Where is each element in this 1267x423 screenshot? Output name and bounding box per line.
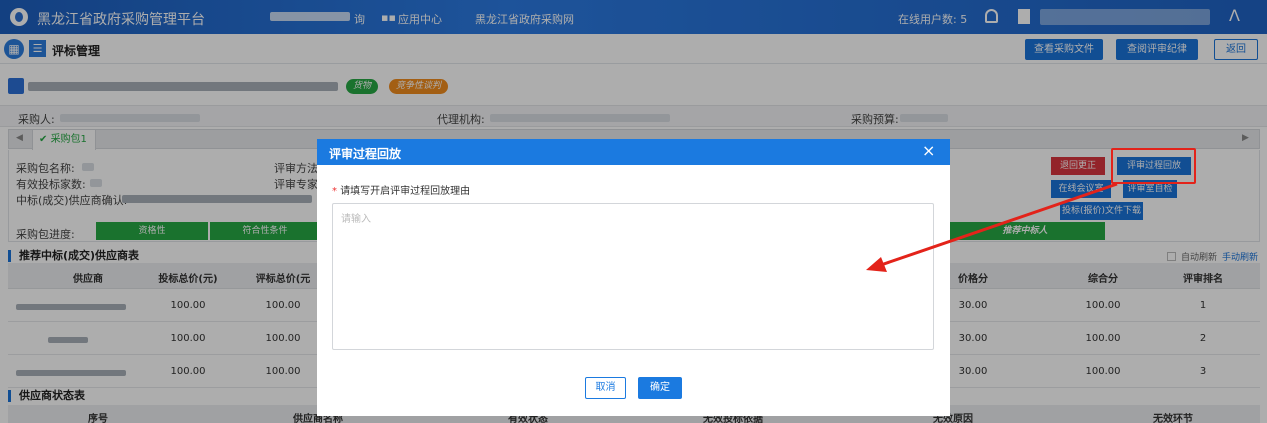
annotation-arrow [866,182,1118,272]
